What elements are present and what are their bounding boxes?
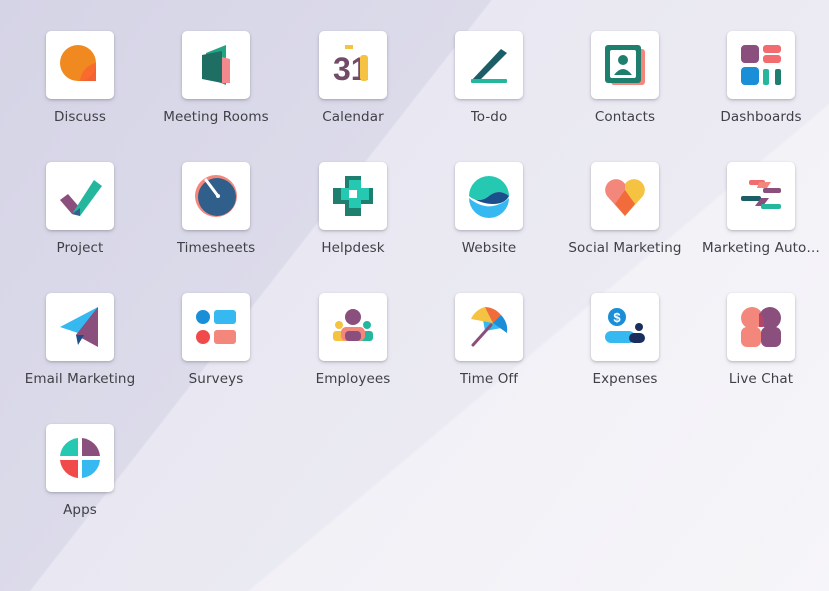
app-project[interactable]: Project bbox=[12, 162, 148, 282]
app-label: Contacts bbox=[594, 109, 656, 125]
employees-icon bbox=[319, 293, 387, 361]
app-label: Employees bbox=[315, 371, 391, 387]
app-expenses[interactable]: $ Expenses bbox=[557, 293, 693, 413]
app-todo[interactable]: To-do bbox=[421, 31, 557, 151]
app-label: Expenses bbox=[592, 371, 658, 387]
app-timesheets[interactable]: Timesheets bbox=[148, 162, 284, 282]
app-dashboards[interactable]: Dashboards bbox=[693, 31, 829, 151]
contacts-icon bbox=[591, 31, 659, 99]
app-label: Website bbox=[461, 240, 517, 256]
app-calendar[interactable]: 31 Calendar bbox=[285, 31, 421, 151]
timesheets-icon bbox=[182, 162, 250, 230]
app-contacts[interactable]: Contacts bbox=[557, 31, 693, 151]
app-label: Apps bbox=[63, 502, 97, 518]
app-label: Email Marketing bbox=[24, 371, 136, 387]
apps-icon bbox=[46, 424, 114, 492]
app-website[interactable]: Website bbox=[421, 162, 557, 282]
app-helpdesk[interactable]: Helpdesk bbox=[285, 162, 421, 282]
app-marketing-automation[interactable]: Marketing Auto… bbox=[693, 162, 829, 282]
app-social-marketing[interactable]: Social Marketing bbox=[557, 162, 693, 282]
app-label: To-do bbox=[470, 109, 508, 125]
app-label: Social Marketing bbox=[568, 240, 682, 256]
social-marketing-icon bbox=[591, 162, 659, 230]
marketing-automation-icon bbox=[727, 162, 795, 230]
app-label: Surveys bbox=[188, 371, 244, 387]
app-label: Discuss bbox=[54, 109, 106, 125]
app-grid: Discuss Meeting Rooms 31 Calendar To-do … bbox=[0, 0, 829, 591]
app-meeting-rooms[interactable]: Meeting Rooms bbox=[148, 31, 284, 151]
discuss-icon bbox=[46, 31, 114, 99]
app-label: Calendar bbox=[322, 109, 384, 125]
app-label: Live Chat bbox=[728, 371, 794, 387]
dashboards-icon bbox=[727, 31, 795, 99]
live-chat-icon bbox=[727, 293, 795, 361]
app-email-marketing[interactable]: Email Marketing bbox=[12, 293, 148, 413]
todo-icon bbox=[455, 31, 523, 99]
app-label: Helpdesk bbox=[321, 240, 385, 256]
app-employees[interactable]: Employees bbox=[285, 293, 421, 413]
app-label: Project bbox=[56, 240, 104, 256]
app-label: Dashboards bbox=[720, 109, 802, 125]
app-label: Meeting Rooms bbox=[163, 109, 269, 125]
helpdesk-icon bbox=[319, 162, 387, 230]
project-icon bbox=[46, 162, 114, 230]
app-label: Marketing Auto… bbox=[702, 240, 820, 256]
expenses-icon: $ bbox=[591, 293, 659, 361]
app-apps[interactable]: Apps bbox=[12, 424, 148, 544]
app-label: Timesheets bbox=[176, 240, 256, 256]
meeting-rooms-icon bbox=[182, 31, 250, 99]
app-discuss[interactable]: Discuss bbox=[12, 31, 148, 151]
dollar-sign: $ bbox=[613, 310, 621, 325]
app-surveys[interactable]: Surveys bbox=[148, 293, 284, 413]
surveys-icon bbox=[182, 293, 250, 361]
app-label: Time Off bbox=[459, 371, 519, 387]
time-off-icon bbox=[455, 293, 523, 361]
app-time-off[interactable]: Time Off bbox=[421, 293, 557, 413]
app-live-chat[interactable]: Live Chat bbox=[693, 293, 829, 413]
email-marketing-icon bbox=[46, 293, 114, 361]
website-icon bbox=[455, 162, 523, 230]
calendar-icon: 31 bbox=[319, 31, 387, 99]
